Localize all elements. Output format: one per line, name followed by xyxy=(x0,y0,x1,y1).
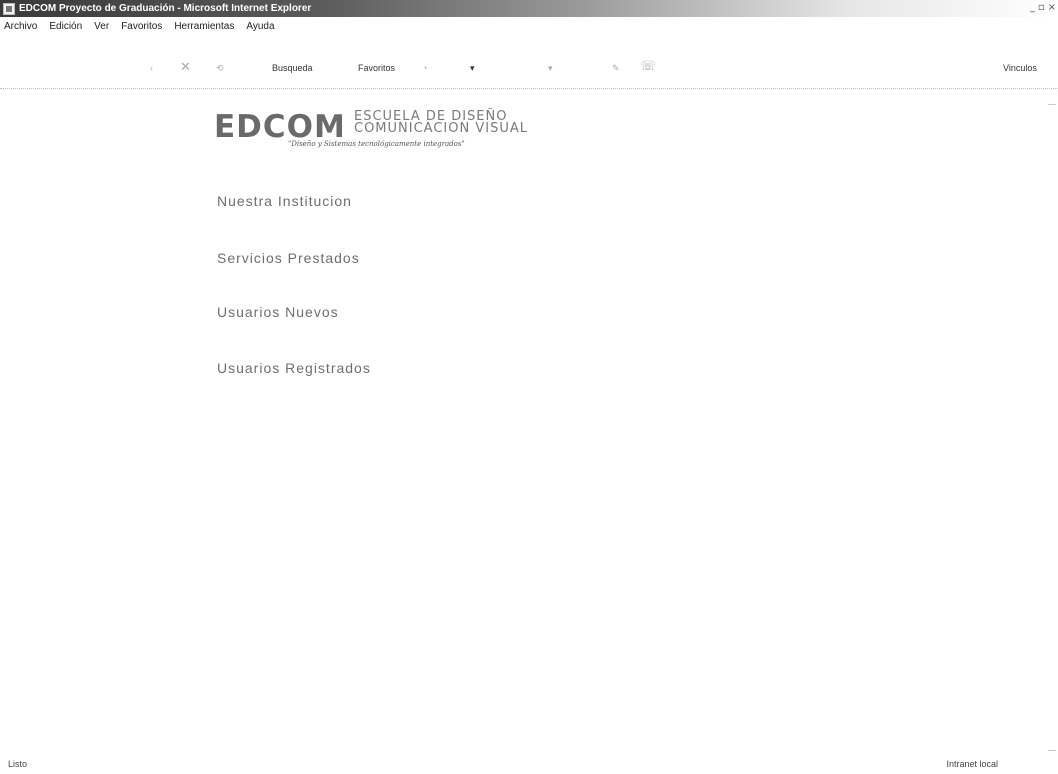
search-button[interactable]: Busqueda xyxy=(272,63,313,73)
toolbar: ‹ ✕ ⟲ Busqueda Favoritos ◔ ▾ ▾ ✎ ☏ Vincu… xyxy=(0,58,1058,82)
logo-wordmark: EDCOM xyxy=(214,109,346,145)
status-text: Listo xyxy=(8,759,28,769)
maximize-icon[interactable]: ▫ xyxy=(1038,2,1045,14)
menu-edicion[interactable]: Edición xyxy=(43,21,88,32)
zone-indicator: Intranet local xyxy=(946,759,998,769)
scrollbar-edge-bottom xyxy=(1048,750,1056,751)
nav-servicios-prestados[interactable]: Servicios Prestados xyxy=(217,250,360,266)
menu-archivo[interactable]: Archivo xyxy=(0,21,43,32)
toolbar-divider xyxy=(0,88,1058,89)
mail-icon[interactable]: ▾ xyxy=(470,63,475,74)
menu-ver[interactable]: Ver xyxy=(88,21,115,32)
ie-app-icon xyxy=(3,2,15,15)
favorites-button[interactable]: Favoritos xyxy=(358,63,395,73)
logo-tagline: "Diseño y Sistemas tecnológicamente inte… xyxy=(288,140,465,148)
nav-usuarios-registrados[interactable]: Usuarios Registrados xyxy=(217,360,371,376)
window-controls: _ ▫ × xyxy=(1030,2,1056,14)
print-icon[interactable]: ▾ xyxy=(548,63,553,74)
menu-ayuda[interactable]: Ayuda xyxy=(240,21,280,32)
stop-icon[interactable]: ✕ xyxy=(180,59,191,75)
status-bar: Listo Intranet local xyxy=(0,755,1058,774)
refresh-icon[interactable]: ⟲ xyxy=(216,63,224,74)
menu-bar: Archivo Edición Ver Favoritos Herramient… xyxy=(0,17,1058,35)
scrollbar-edge-top xyxy=(1048,104,1056,105)
logo-school-subtitle: COMUNICACION VISUAL xyxy=(354,121,528,136)
history-icon[interactable]: ◔ xyxy=(422,63,427,73)
back-icon[interactable]: ‹ xyxy=(150,63,153,73)
window-title: EDCOM Proyecto de Graduación - Microsoft… xyxy=(19,3,312,14)
nav-usuarios-nuevos[interactable]: Usuarios Nuevos xyxy=(217,304,339,320)
nav-nuestra-institucion[interactable]: Nuestra Institucion xyxy=(217,193,352,209)
links-button[interactable]: Vinculos xyxy=(1003,63,1037,73)
edit-icon[interactable]: ✎ xyxy=(612,63,620,74)
menu-herramientas[interactable]: Herramientas xyxy=(168,21,240,32)
title-bar: EDCOM Proyecto de Graduación - Microsoft… xyxy=(0,0,1058,17)
menu-favoritos[interactable]: Favoritos xyxy=(115,21,168,32)
minimize-icon[interactable]: _ xyxy=(1030,2,1035,14)
close-icon[interactable]: × xyxy=(1048,2,1056,14)
discuss-icon[interactable]: ☏ xyxy=(640,58,656,74)
